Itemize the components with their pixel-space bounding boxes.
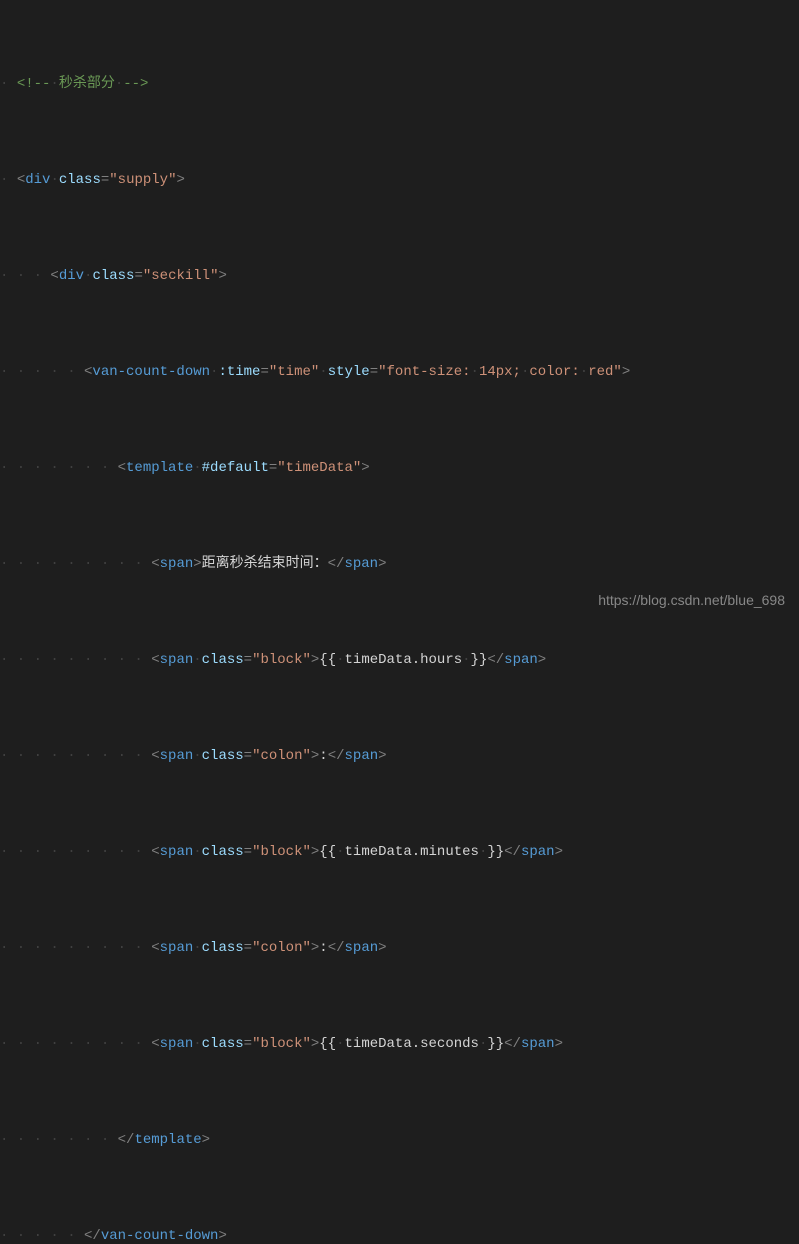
code-line[interactable]: · · · · · </van-count-down> (0, 1224, 799, 1244)
code-line[interactable]: · · · · · · · · · <span>距离秒杀结束时间：</span> (0, 552, 799, 576)
code-editor[interactable]: · <!--·秒杀部分·--> · <div·class="supply"> ·… (0, 0, 799, 622)
code-line[interactable]: · · · · · · · · · <span·class="colon">:<… (0, 936, 799, 960)
code-line[interactable]: · <div·class="supply"> (0, 168, 799, 192)
code-line[interactable]: · · · <div·class="seckill"> (0, 264, 799, 288)
code-line[interactable]: · · · · · · · · · <span·class="colon">:<… (0, 744, 799, 768)
code-line[interactable]: · · · · · · · </template> (0, 1128, 799, 1152)
code-line[interactable]: · · · · · · · · · <span·class="block">{{… (0, 648, 799, 672)
code-line[interactable]: · · · · · · · · · <span·class="block">{{… (0, 840, 799, 864)
code-area[interactable]: · <!--·秒杀部分·--> · <div·class="supply"> ·… (0, 0, 799, 622)
watermark-text: https://blog.csdn.net/blue_698 (598, 588, 785, 612)
code-line[interactable]: · <!--·秒杀部分·--> (0, 72, 799, 96)
code-line[interactable]: · · · · · <van-count-down·:time="time"·s… (0, 360, 799, 384)
code-line[interactable]: · · · · · · · · · <span·class="block">{{… (0, 1032, 799, 1056)
code-line[interactable]: · · · · · · · <template·#default="timeDa… (0, 456, 799, 480)
